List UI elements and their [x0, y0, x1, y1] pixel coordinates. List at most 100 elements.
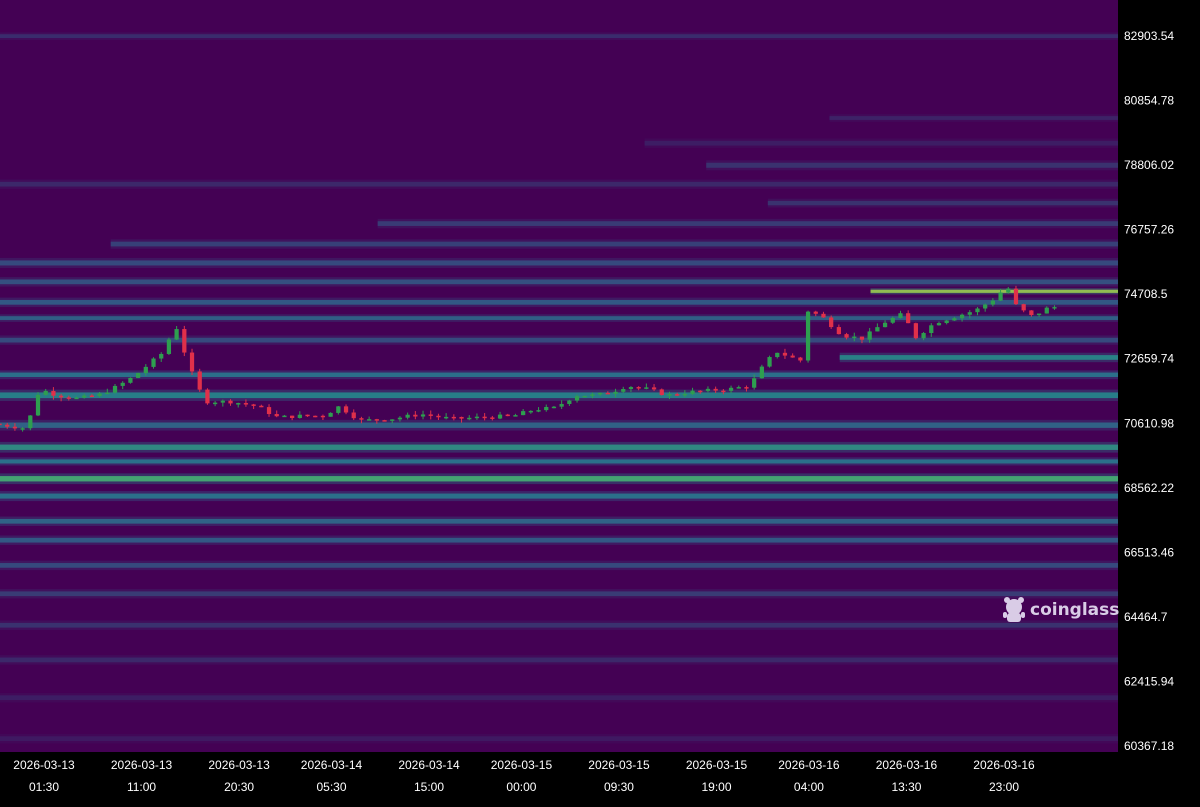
x-tick-date: 2026-03-16 — [876, 758, 938, 772]
candle-body — [798, 357, 803, 361]
candle-body — [197, 371, 202, 390]
candle-body — [305, 414, 310, 417]
candle-body — [474, 416, 480, 419]
candle-body — [159, 353, 164, 359]
candle-body — [805, 311, 811, 361]
candle-body — [220, 400, 225, 403]
candle-body — [58, 395, 64, 398]
x-tick-date: 2026-03-15 — [491, 758, 553, 772]
candle-body — [528, 410, 533, 413]
candle-body — [174, 329, 179, 340]
candle — [313, 415, 318, 418]
candle-body — [852, 336, 857, 339]
liquidity-band-glow — [839, 352, 1118, 363]
candle-body — [382, 420, 387, 422]
candle-body — [1044, 307, 1049, 314]
liquidity-band-glow — [0, 419, 1118, 431]
candle-body — [328, 412, 333, 417]
candle-body — [636, 387, 641, 389]
candle-body — [82, 395, 87, 398]
candle — [128, 377, 133, 384]
x-tick-date: 2026-03-13 — [111, 758, 173, 772]
candle-body — [35, 394, 41, 416]
liquidity-band-glow — [110, 239, 1118, 249]
candle-body — [313, 415, 318, 418]
candle-body — [621, 388, 626, 392]
candle-body — [136, 373, 141, 378]
candle — [205, 388, 210, 405]
x-tick-date: 2026-03-16 — [973, 758, 1035, 772]
candle-body — [66, 397, 71, 399]
x-tick-date: 2026-03-15 — [686, 758, 748, 772]
candle-body — [12, 426, 18, 429]
candle-body — [767, 357, 772, 367]
candle-body — [5, 424, 10, 427]
candle-body — [698, 390, 703, 393]
candle — [913, 322, 918, 340]
candle-body — [906, 313, 911, 324]
y-tick-label: 76757.26 — [1124, 223, 1174, 237]
candle-body — [459, 416, 464, 419]
candle-body — [736, 387, 741, 389]
candle-body — [875, 327, 880, 332]
liquidity-band-glow — [0, 297, 1118, 308]
candle-body — [482, 416, 487, 419]
candle — [829, 315, 834, 329]
liquidity-band-glow — [0, 620, 1118, 630]
candle-body — [836, 327, 841, 335]
candle-body — [359, 418, 364, 420]
candle-body — [105, 392, 110, 395]
candle-body — [790, 355, 795, 358]
y-tick-label: 64464.7 — [1124, 610, 1168, 624]
x-tick-time: 05:30 — [316, 780, 346, 794]
candle-body — [752, 378, 757, 388]
candle-body — [559, 403, 564, 407]
y-tick-label: 66513.46 — [1124, 545, 1174, 559]
liquidity-band-glow — [377, 218, 1119, 229]
x-tick-time: 04:00 — [794, 780, 824, 794]
candle-body — [675, 394, 680, 396]
candle-body — [28, 415, 33, 429]
candle-body — [89, 395, 95, 398]
candle-body — [266, 407, 272, 415]
candle — [166, 337, 172, 356]
candle-body — [505, 414, 510, 417]
liquidity-band-glow — [0, 473, 1118, 485]
candle-body — [228, 400, 233, 404]
candle-body — [544, 406, 549, 411]
candle-body — [521, 411, 526, 416]
candle-body — [936, 323, 942, 326]
liquidity-band-glow — [0, 389, 1118, 401]
liquidity-band-glow — [706, 160, 1118, 171]
candle-body — [251, 404, 256, 406]
candle-body — [590, 394, 595, 396]
candle-body — [975, 308, 980, 313]
candle-body — [1052, 307, 1057, 309]
candle-body — [0, 423, 2, 426]
y-tick-label: 72659.74 — [1124, 352, 1174, 366]
candle-body — [959, 314, 965, 319]
candle-body — [405, 414, 410, 418]
candle-body — [397, 417, 403, 420]
candle-body — [274, 414, 279, 417]
candle-body — [51, 390, 56, 396]
liquidation-heatmap-chart[interactable]: 82903.54 80854.78 78806.02 76757.26 74708.5 7… — [0, 0, 1200, 807]
candle-body — [1029, 310, 1034, 316]
liquidity-band-glow — [0, 655, 1118, 665]
candle — [805, 310, 811, 363]
liquidity-band-glow — [767, 198, 1118, 208]
y-tick-label: 60367.18 — [1124, 739, 1174, 753]
liquidity-band-glow — [0, 257, 1118, 268]
candle-body — [182, 329, 187, 353]
candle-body — [921, 333, 926, 339]
candle-body — [898, 313, 903, 318]
x-tick-date: 2026-03-14 — [301, 758, 363, 772]
candle-body — [882, 322, 888, 328]
candle-body — [390, 419, 395, 421]
candle — [197, 368, 202, 392]
candle — [582, 395, 587, 398]
candle-body — [644, 387, 649, 389]
candle — [35, 392, 41, 417]
x-tick-time: 19:00 — [701, 780, 731, 794]
candle-body — [444, 416, 449, 419]
